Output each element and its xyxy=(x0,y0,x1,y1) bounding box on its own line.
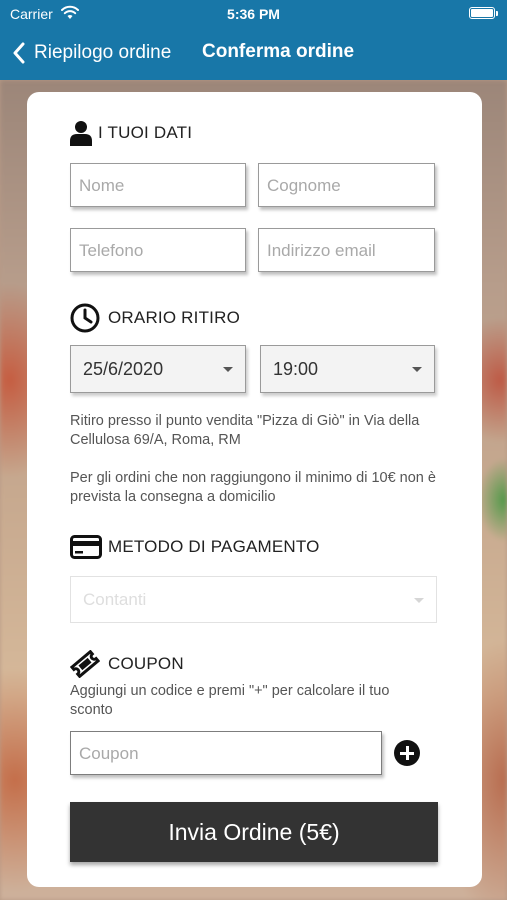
pickup-date-select[interactable]: 25/6/2020 xyxy=(70,345,246,393)
payment-heading: METODO DI PAGAMENTO xyxy=(108,537,320,556)
navigation-bar: Riepilogo ordine Conferma ordine xyxy=(0,28,507,80)
user-icon xyxy=(70,121,92,146)
status-bar: Carrier 5:36 PM xyxy=(0,0,507,28)
payment-method-select[interactable]: Contanti xyxy=(70,576,437,623)
pickup-time-value: 19:00 xyxy=(273,359,319,379)
chevron-down-icon xyxy=(412,367,422,372)
clock-icon xyxy=(70,303,100,333)
battery-icon xyxy=(469,7,498,19)
page-title: Conferma ordine xyxy=(202,41,355,62)
chevron-down-icon xyxy=(223,367,233,372)
payment-header: METODO DI PAGAMENTO xyxy=(70,535,320,559)
submit-order-button[interactable]: Invia Ordine (5€) xyxy=(70,802,438,862)
back-button[interactable]: Riepilogo ordine xyxy=(12,38,171,68)
email-field[interactable]: Indirizzo email xyxy=(258,228,435,272)
credit-card-icon xyxy=(70,535,102,559)
name-field[interactable]: Nome xyxy=(70,163,246,207)
pickup-time-header: ORARIO RITIRO xyxy=(70,303,240,333)
minimum-order-info: Per gli ordini che non raggiungono il mi… xyxy=(70,470,436,505)
surname-placeholder: Cognome xyxy=(267,176,341,195)
coupon-input[interactable]: Coupon xyxy=(70,731,382,775)
status-time: 5:36 PM xyxy=(227,6,280,22)
pickup-address-info: Ritiro presso il punto vendita "Pizza di… xyxy=(70,413,420,448)
pickup-date-value: 25/6/2020 xyxy=(83,359,164,379)
phone-field[interactable]: Telefono xyxy=(70,228,246,272)
phone-placeholder: Telefono xyxy=(79,241,144,260)
name-placeholder: Nome xyxy=(79,176,125,195)
payment-method-value: Contanti xyxy=(83,590,147,609)
email-placeholder: Indirizzo email xyxy=(267,241,376,260)
pickup-time-select[interactable]: 19:00 xyxy=(260,345,435,393)
order-form-card: I TUOI DATI Nome Cognome Telefono Indiri… xyxy=(27,92,482,887)
chevron-left-icon xyxy=(13,42,25,64)
coupon-header: COUPON xyxy=(70,650,184,678)
coupon-heading: COUPON xyxy=(108,654,184,673)
coupon-placeholder: Coupon xyxy=(79,744,139,763)
personal-data-heading: I TUOI DATI xyxy=(98,123,193,142)
personal-data-header: I TUOI DATI xyxy=(70,120,192,146)
coupon-description: Aggiungi un codice e premi "+" per calco… xyxy=(70,683,390,718)
pickup-time-heading: ORARIO RITIRO xyxy=(108,308,240,327)
back-label: Riepilogo ordine xyxy=(34,42,172,63)
ticket-icon xyxy=(70,650,100,678)
add-coupon-button[interactable] xyxy=(394,740,420,766)
surname-field[interactable]: Cognome xyxy=(258,163,435,207)
chevron-down-icon xyxy=(414,598,424,603)
